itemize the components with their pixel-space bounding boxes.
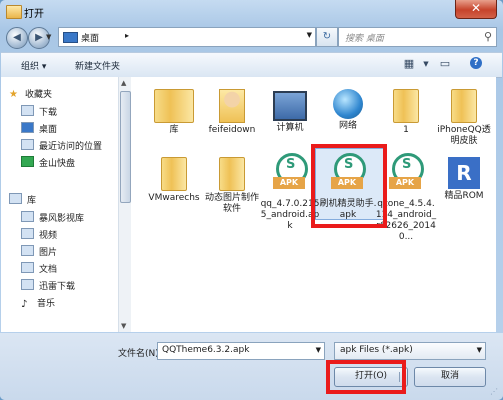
- sidebar-item-downloads[interactable]: 下载: [21, 105, 57, 118]
- sidebar-item-recent[interactable]: 最近访问的位置: [21, 139, 102, 152]
- help-button[interactable]: ?: [470, 57, 482, 69]
- address-bar[interactable]: 桌面 ▸ ▼: [58, 27, 316, 47]
- sidebar-libraries-header[interactable]: 库: [9, 193, 36, 206]
- network-icon: [333, 89, 363, 119]
- sidebar-item-pictures[interactable]: 图片: [21, 245, 57, 258]
- sidebar-item-videos[interactable]: 视频: [21, 228, 57, 241]
- library-icon: [9, 193, 22, 204]
- chevron-down-icon[interactable]: ▼: [307, 31, 312, 39]
- kuaipan-icon: [21, 156, 34, 167]
- file-item[interactable]: 计算机: [259, 85, 321, 134]
- desktop-icon: [21, 122, 34, 133]
- scrollbar-thumb[interactable]: [120, 91, 131, 203]
- file-item[interactable]: VMwarechs: [143, 153, 205, 204]
- library-folder-icon: [154, 89, 194, 123]
- user-folder-icon: [219, 89, 245, 123]
- sidebar-item-documents[interactable]: 文档: [21, 262, 57, 275]
- folder-icon: [6, 5, 22, 19]
- search-placeholder: 搜索 桌面: [345, 34, 384, 44]
- sidebar-item-desktop[interactable]: 桌面: [21, 122, 57, 135]
- file-type-select[interactable]: apk Files (*.apk) ▼: [334, 342, 486, 360]
- new-folder-button[interactable]: 新建文件夹: [75, 59, 120, 72]
- back-button[interactable]: ◀: [6, 27, 28, 49]
- computer-icon: [273, 91, 307, 121]
- apk-icon: APK: [270, 153, 310, 197]
- file-item[interactable]: R 精品ROM: [433, 153, 495, 202]
- music-icon: ♪: [21, 299, 28, 310]
- address-location[interactable]: 桌面: [81, 31, 99, 44]
- video-library-icon: [21, 211, 34, 222]
- folder-icon: [161, 157, 187, 191]
- sidebar-item-kuaipan[interactable]: 金山快盘: [21, 156, 75, 169]
- filename-label: 文件名(N):: [118, 349, 162, 359]
- file-item[interactable]: feifeidown: [201, 85, 263, 136]
- cancel-button[interactable]: 取消: [414, 367, 486, 387]
- title-bar: 打开 ✕: [0, 0, 503, 24]
- file-type-value: apk Files (*.apk): [340, 345, 413, 355]
- sidebar-item-xunlei[interactable]: 迅雷下载: [21, 279, 75, 292]
- view-dropdown-icon[interactable]: ▼: [418, 57, 434, 71]
- refresh-button[interactable]: ↻: [316, 27, 338, 47]
- folder-icon: [393, 89, 419, 123]
- recent-locations-dropdown[interactable]: ▼: [46, 33, 51, 41]
- sidebar-favorites-header[interactable]: ★ 收藏夹: [9, 87, 52, 100]
- star-icon: ★: [9, 89, 18, 100]
- highlight-box: [326, 360, 406, 394]
- file-item[interactable]: 1: [375, 85, 437, 136]
- scroll-down-icon[interactable]: ▼: [121, 322, 126, 330]
- open-file-dialog: 打开 ✕ ◀ ▶ ▼ 桌面 ▸ ▼ ↻ 搜索 桌面 ⚲ 组织 ▾ 新建文件夹 ▦…: [0, 0, 503, 400]
- download-library-icon: [21, 279, 34, 290]
- desktop-icon: [63, 32, 78, 43]
- rom-shortcut-icon: R: [448, 157, 480, 189]
- folder-icon: [451, 89, 477, 123]
- highlight-box: [311, 144, 387, 228]
- filename-value[interactable]: QQTheme6.3.2.apk: [162, 345, 249, 355]
- file-item[interactable]: iPhoneQQ透明皮肤: [433, 85, 495, 147]
- picture-icon: [21, 245, 34, 256]
- file-list: 库 feifeidown 计算机 网络 1 iPhoneQQ透明皮肤 VMwar…: [131, 77, 496, 332]
- file-item[interactable]: 动态图片制作软件: [201, 153, 263, 215]
- video-icon: [21, 228, 34, 239]
- apk-icon: APK: [386, 153, 426, 197]
- toolbar: 组织 ▾ 新建文件夹 ▦ ▼ ▭: [1, 52, 502, 78]
- downloads-icon: [21, 105, 34, 116]
- file-item[interactable]: 网络: [317, 85, 379, 132]
- scroll-up-icon[interactable]: ▲: [121, 79, 126, 87]
- sidebar-item-baofeng[interactable]: 暴风影视库: [21, 211, 84, 224]
- filename-field[interactable]: QQTheme6.3.2.apk ▼: [157, 342, 325, 360]
- organize-button[interactable]: 组织 ▾: [21, 59, 46, 72]
- document-icon: [21, 262, 34, 273]
- folder-icon: [219, 157, 245, 191]
- recent-places-icon: [21, 139, 34, 150]
- sidebar-item-music[interactable]: ♪ 音乐: [21, 296, 55, 310]
- sidebar-scrollbar[interactable]: ▲ ▼: [118, 77, 131, 332]
- window-title: 打开: [24, 9, 44, 20]
- chevron-down-icon[interactable]: ▼: [477, 346, 482, 354]
- search-icon[interactable]: ⚲: [484, 30, 492, 43]
- preview-pane-icon[interactable]: ▭: [437, 57, 453, 71]
- view-options-icon[interactable]: ▦: [401, 57, 417, 71]
- navigation-pane: ★ 收藏夹 下载 桌面 最近访问的位置 金山快盘 库 暴风影视库 视频 图片 文档…: [1, 77, 119, 332]
- chevron-down-icon[interactable]: ▼: [316, 346, 321, 354]
- file-item[interactable]: 库: [143, 85, 205, 136]
- close-button[interactable]: ✕: [455, 0, 497, 19]
- breadcrumb-arrow[interactable]: ▸: [125, 31, 129, 40]
- resize-grip-icon[interactable]: ⋰: [490, 387, 500, 397]
- search-input[interactable]: 搜索 桌面 ⚲: [338, 27, 497, 47]
